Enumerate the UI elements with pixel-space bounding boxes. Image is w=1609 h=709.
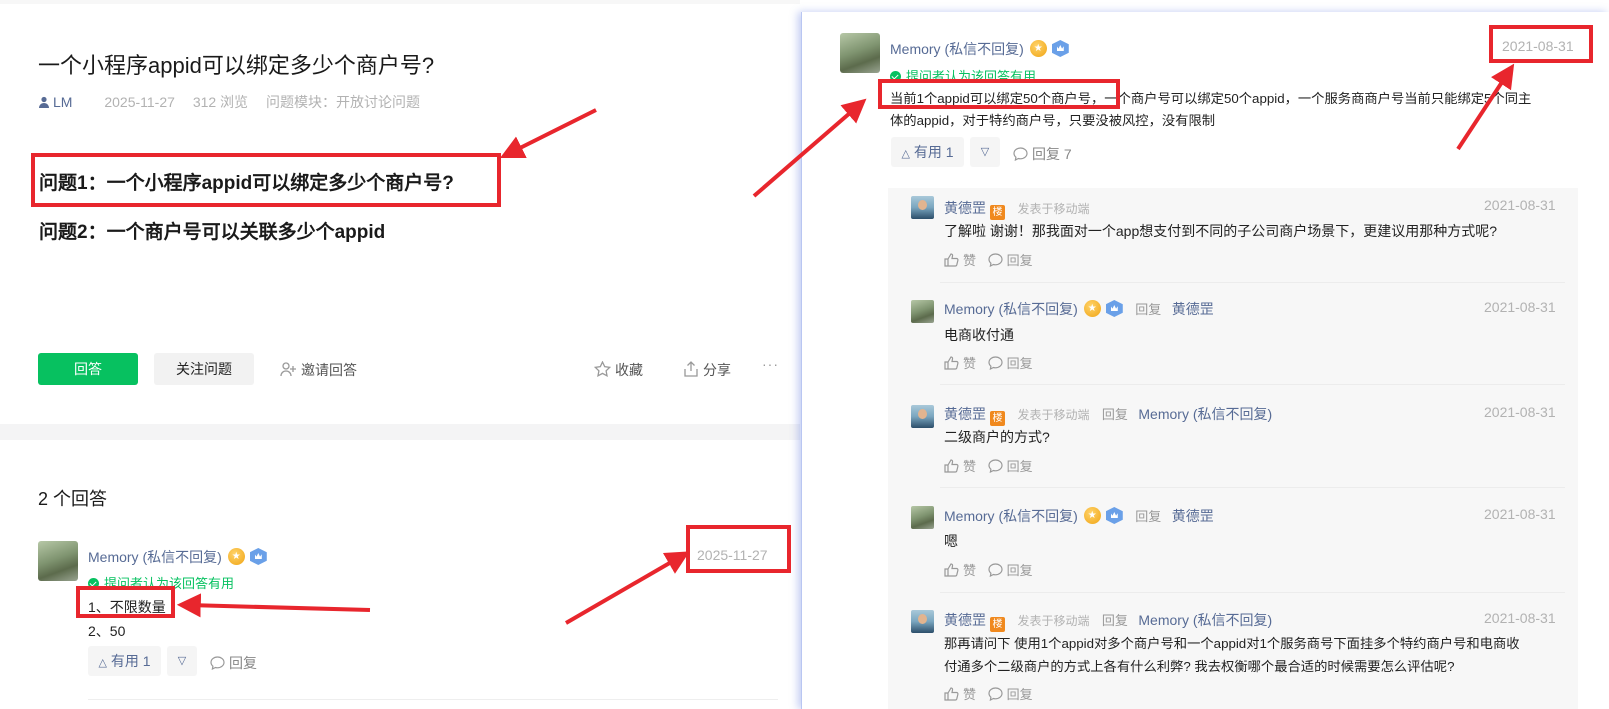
annotation-arrow <box>499 108 597 159</box>
annotation-arrows <box>176 63 1515 625</box>
annotation-arrow <box>1456 63 1515 151</box>
annotation-arrow <box>752 98 867 198</box>
screenshot-stage: { "question": { "title": "一个小程序appid可以绑定… <box>0 0 1609 709</box>
annotation-arrow <box>564 551 690 625</box>
annotation-arrow <box>176 593 371 618</box>
